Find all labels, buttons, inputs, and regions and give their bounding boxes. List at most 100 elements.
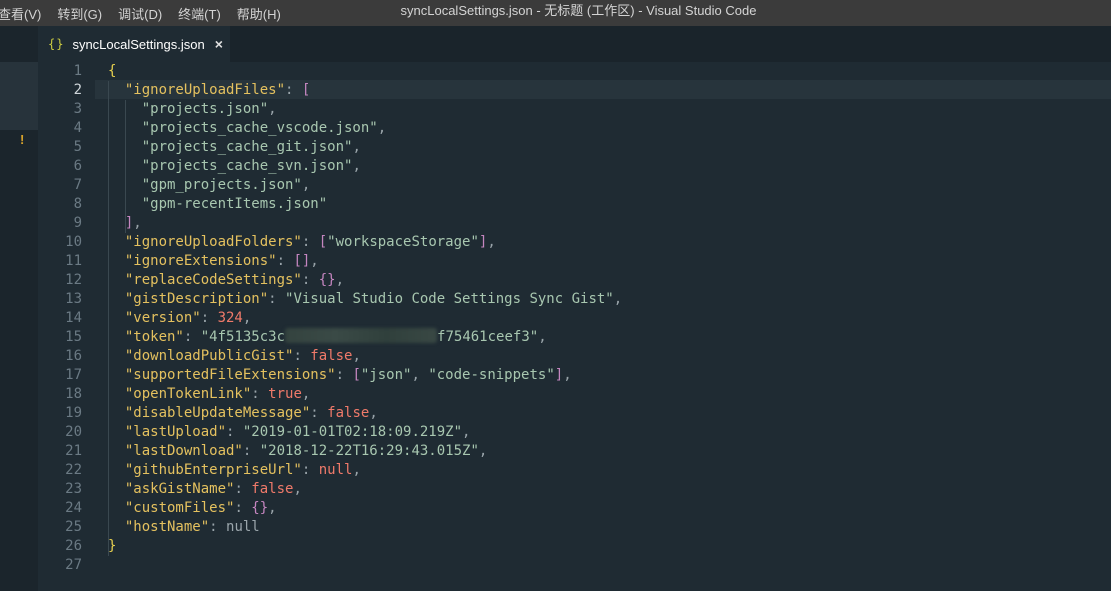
code-line[interactable]: 20 "lastUpload": "2019-01-01T02:18:09.21…	[38, 423, 1111, 442]
tab-synclocalsettings[interactable]: {} syncLocalSettings.json ×	[38, 26, 230, 62]
code-line[interactable]: 17 "supportedFileExtensions": ["json", "…	[38, 366, 1111, 385]
code-lines: 1{2 "ignoreUploadFiles": [3 "projects.js…	[38, 62, 1111, 575]
code-token: "ignoreUploadFiles"	[124, 82, 286, 98]
tab-bar: {} syncLocalSettings.json ×	[38, 26, 1111, 62]
code-token: "projects_cache_vscode.json"	[141, 120, 378, 136]
redacted-token-blur	[285, 328, 438, 343]
code-line[interactable]: 7 "gpm_projects.json",	[38, 176, 1111, 195]
code-text: "openTokenLink": true,	[108, 385, 310, 404]
line-number: 2	[73, 82, 82, 98]
code-line[interactable]: 3 "projects.json",	[38, 100, 1111, 119]
code-token: "askGistName"	[124, 481, 235, 497]
code-line[interactable]: 24 "customFiles": {},	[38, 499, 1111, 518]
code-token: ,	[352, 158, 361, 174]
line-number: 6	[73, 158, 82, 174]
line-number: 7	[73, 177, 82, 193]
code-line[interactable]: 9 ],	[38, 214, 1111, 233]
menu-debug[interactable]: 调试(D)	[118, 4, 170, 23]
code-token: 324	[217, 310, 243, 326]
code-text: "gpm_projects.json",	[108, 176, 311, 195]
code-text: "projects_cache_vscode.json",	[108, 119, 386, 138]
code-token: "projects_cache_git.json"	[141, 139, 353, 155]
code-token: :	[285, 82, 302, 98]
code-token: "githubEnterpriseUrl"	[124, 462, 302, 478]
code-token: :	[226, 424, 243, 440]
sidebar-selected-item[interactable]	[0, 62, 38, 130]
code-line[interactable]: 1{	[38, 62, 1111, 81]
code-token: "customFiles"	[124, 500, 235, 516]
code-line[interactable]: 22 "githubEnterpriseUrl": null,	[38, 461, 1111, 480]
code-token: "token"	[124, 329, 184, 345]
code-token: "lastUpload"	[124, 424, 227, 440]
code-line[interactable]: 16 "downloadPublicGist": false,	[38, 347, 1111, 366]
code-token: ,	[411, 367, 429, 383]
code-line[interactable]: 26}	[38, 537, 1111, 556]
code-text: "projects.json",	[108, 100, 277, 119]
code-token: ,	[478, 443, 488, 459]
code-line[interactable]: 23 "askGistName": false,	[38, 480, 1111, 499]
code-token: "Visual Studio Code Settings Sync Gist"	[285, 291, 614, 307]
line-number: 17	[65, 367, 82, 383]
code-text: "gpm-recentItems.json"	[108, 195, 327, 214]
code-token: "lastDownload"	[124, 443, 243, 459]
code-token: ,	[301, 177, 311, 193]
code-line[interactable]: 11 "ignoreExtensions": [],	[38, 252, 1111, 271]
code-line[interactable]: 2 "ignoreUploadFiles": [	[38, 81, 1111, 100]
line-number: 23	[65, 481, 82, 497]
code-token: ,	[268, 500, 277, 516]
code-line[interactable]: 25 "hostName": null	[38, 518, 1111, 537]
code-line[interactable]: 15 "token": "4f5135c3c f75461ceef3",	[38, 328, 1111, 347]
code-token: ,	[335, 272, 345, 288]
code-line[interactable]: 14 "version": 324,	[38, 309, 1111, 328]
code-line[interactable]: 21 "lastDownload": "2018-12-22T16:29:43.…	[38, 442, 1111, 461]
code-token: "gistDescription"	[124, 291, 269, 307]
code-token: {	[108, 63, 117, 79]
code-token: [	[352, 367, 361, 383]
line-number: 12	[65, 272, 82, 288]
code-line[interactable]: 27	[38, 556, 1111, 575]
menu-view[interactable]: 查看(V)	[0, 4, 49, 23]
code-token: null	[226, 519, 260, 535]
code-line[interactable]: 6 "projects_cache_svn.json",	[38, 157, 1111, 176]
code-token: ,	[538, 329, 547, 345]
code-token: "projects.json"	[141, 101, 269, 117]
line-number: 10	[65, 234, 82, 250]
code-line[interactable]: 13 "gistDescription": "Visual Studio Cod…	[38, 290, 1111, 309]
menu-bar: 查看(V) 转到(G) 调试(D) 终端(T) 帮助(H)	[0, 0, 297, 26]
menu-terminal[interactable]: 终端(T)	[178, 4, 229, 23]
code-token: ,	[352, 348, 361, 364]
code-line[interactable]: 12 "replaceCodeSettings": {},	[38, 271, 1111, 290]
code-token: f75461ceef3"	[437, 329, 539, 345]
code-text: "version": 324,	[108, 309, 251, 328]
close-icon[interactable]: ×	[215, 36, 223, 52]
line-number: 3	[73, 101, 82, 117]
code-token: null	[318, 462, 353, 478]
code-token: :	[276, 253, 294, 269]
menu-help[interactable]: 帮助(H)	[237, 4, 289, 23]
code-token: "downloadPublicGist"	[124, 348, 294, 364]
code-token: "ignoreExtensions"	[124, 253, 277, 269]
code-token: ,	[563, 367, 572, 383]
code-token: false	[251, 481, 294, 497]
code-editor[interactable]: 1{2 "ignoreUploadFiles": [3 "projects.js…	[38, 62, 1111, 591]
code-token: [	[301, 82, 311, 98]
code-line[interactable]: 5 "projects_cache_git.json",	[38, 138, 1111, 157]
code-line[interactable]: 4 "projects_cache_vscode.json",	[38, 119, 1111, 138]
code-token: ,	[352, 462, 361, 478]
menu-goto[interactable]: 转到(G)	[57, 4, 110, 23]
code-line[interactable]: 8 "gpm-recentItems.json"	[38, 195, 1111, 214]
code-text: "customFiles": {},	[108, 499, 277, 518]
code-line[interactable]: 18 "openTokenLink": true,	[38, 385, 1111, 404]
line-number: 26	[65, 538, 82, 554]
code-line[interactable]: 10 "ignoreUploadFolders": ["workspaceSto…	[38, 233, 1111, 252]
code-line[interactable]: 19 "disableUpdateMessage": false,	[38, 404, 1111, 423]
